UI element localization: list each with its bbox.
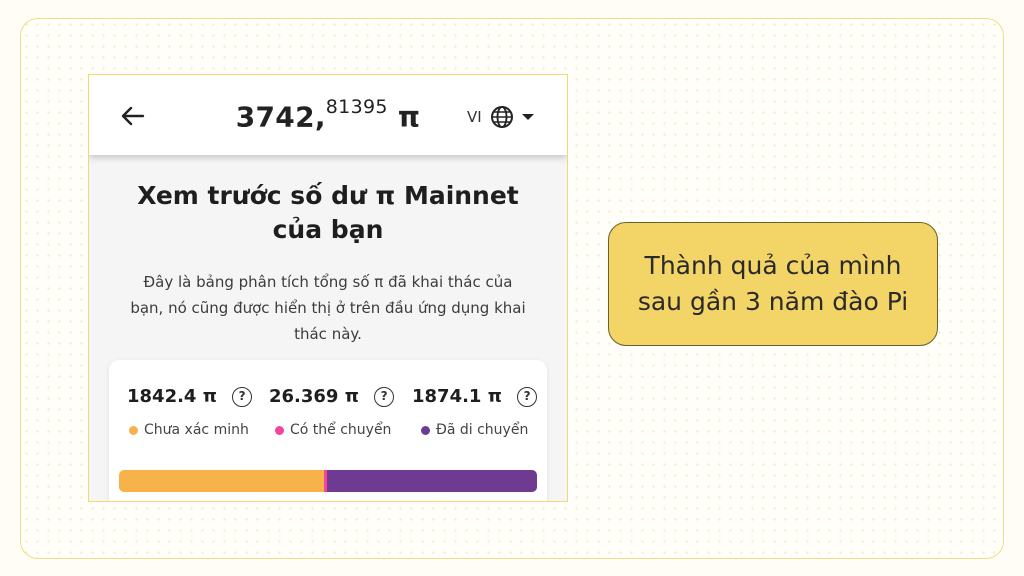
caret-down-icon: [521, 114, 534, 120]
help-circle-icon[interactable]: ?: [517, 386, 538, 407]
balance-breakdown-card: 1842.4 π ? 26.369 π ? 1874.1 π ? Chưa xá…: [109, 360, 547, 501]
callout-line-2: sau gần 3 năm đào Pi: [637, 287, 909, 316]
page-description: Đây là bảng phân tích tổng số π đã khai …: [130, 273, 526, 343]
app-bar: 3742,81395 π VI: [89, 75, 567, 155]
language-selector[interactable]: VI: [467, 105, 534, 129]
balance-progress-bar: [119, 470, 537, 492]
language-code: VI: [467, 108, 482, 126]
legend-dot: [129, 425, 138, 435]
legend-unverified: Chưa xác minh: [129, 422, 249, 438]
stat-value: 1842.4 π: [127, 386, 217, 407]
stat-value: 26.369 π: [269, 386, 359, 407]
stat-unverified: 1842.4 π ?: [127, 386, 253, 407]
bar-segment: [119, 470, 325, 492]
help-circle-icon[interactable]: ?: [232, 386, 253, 407]
stat-transferable: 26.369 π ?: [269, 386, 395, 407]
balance-decimal: 81395: [325, 96, 388, 118]
page-heading: Xem trước số dư π Mainnet của bạn: [137, 181, 519, 244]
phone-screenshot: 3742,81395 π VI Xem trước số dư π Mainne…: [88, 74, 568, 502]
main-content: Xem trước số dư π Mainnet của bạn Đây là…: [89, 155, 567, 347]
balance-unit: π: [397, 100, 421, 134]
legend-migrated: Đã di chuyển: [421, 422, 528, 438]
legend-transferable: Có thể chuyển: [275, 422, 391, 438]
legend-dot: [275, 425, 284, 435]
balance-integer: 3742,: [235, 100, 326, 134]
legend-dot: [421, 425, 430, 435]
callout-box: Thành quả của mình sau gần 3 năm đào Pi: [608, 222, 938, 346]
legend-label: Có thể chuyển: [290, 422, 392, 438]
legend-label: Chưa xác minh: [144, 422, 249, 438]
stat-migrated: 1874.1 π ?: [412, 386, 538, 407]
stat-value: 1874.1 π: [412, 386, 502, 407]
help-circle-icon[interactable]: ?: [374, 386, 395, 407]
globe-icon: [490, 106, 513, 128]
callout-line-1: Thành quả của mình: [644, 251, 902, 280]
bar-segment: [327, 470, 537, 492]
legend-label: Đã di chuyển: [436, 422, 529, 438]
